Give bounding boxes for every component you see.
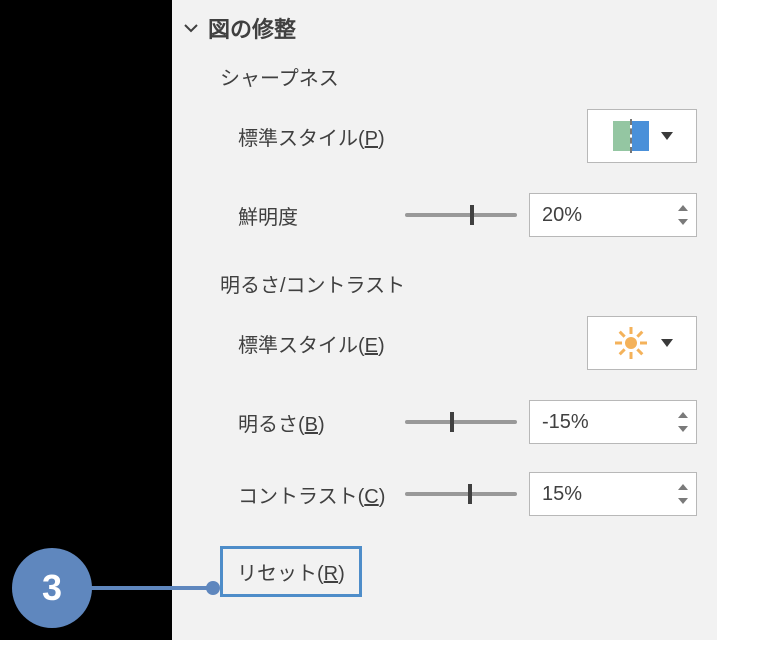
sharpness-label: 鮮明度 xyxy=(238,201,298,230)
callout-line xyxy=(90,586,208,590)
brightness-spinbox[interactable] xyxy=(529,400,697,444)
spin-down-icon[interactable] xyxy=(678,218,688,226)
section-title: 図の修整 xyxy=(208,12,296,44)
reset-button[interactable]: リセット(R) xyxy=(220,546,362,597)
sharpness-input[interactable] xyxy=(542,204,678,227)
bc-preset-dropdown[interactable] xyxy=(587,316,697,370)
contrast-spinbox[interactable] xyxy=(529,472,697,516)
sharpness-subheader: シャープネス xyxy=(172,58,717,109)
contrast-row: コントラスト(C) xyxy=(172,472,717,544)
contrast-slider[interactable] xyxy=(405,484,517,504)
spin-down-icon[interactable] xyxy=(678,425,688,433)
spin-down-icon[interactable] xyxy=(678,497,688,505)
brightness-preset-icon xyxy=(611,325,651,361)
brightness-label: 明るさ(B) xyxy=(238,408,325,437)
caret-down-icon xyxy=(661,339,673,347)
spin-up-icon[interactable] xyxy=(678,483,688,491)
sharpness-preset-row: 標準スタイル(P) xyxy=(172,109,717,193)
contrast-label: コントラスト(C) xyxy=(238,480,385,509)
sharpness-preset-icon xyxy=(611,118,651,154)
bc-preset-label: 標準スタイル(E) xyxy=(238,329,385,358)
sharpness-preset-dropdown[interactable] xyxy=(587,109,697,163)
sharpness-spinbox[interactable] xyxy=(529,193,697,237)
sharpness-slider[interactable] xyxy=(405,205,517,225)
caret-down-icon xyxy=(661,132,673,140)
brightness-input[interactable] xyxy=(542,411,678,434)
section-header[interactable]: 図の修整 xyxy=(172,4,717,58)
chevron-down-icon xyxy=(182,19,200,37)
bc-preset-row: 標準スタイル(E) xyxy=(172,316,717,400)
spin-up-icon[interactable] xyxy=(678,204,688,212)
spin-up-icon[interactable] xyxy=(678,411,688,419)
callout-dot xyxy=(206,581,220,595)
contrast-input[interactable] xyxy=(542,483,678,506)
picture-corrections-panel: 図の修整 シャープネス 標準スタイル(P) 鮮明度 明るさ/コントラスト xyxy=(172,0,717,640)
brightness-row: 明るさ(B) xyxy=(172,400,717,472)
brightness-slider[interactable] xyxy=(405,412,517,432)
sharpness-preset-label: 標準スタイル(P) xyxy=(238,122,385,151)
callout-badge: 3 xyxy=(12,548,92,628)
brightness-contrast-subheader: 明るさ/コントラスト xyxy=(172,265,717,316)
sharpness-row: 鮮明度 xyxy=(172,193,717,265)
black-sidebar xyxy=(0,0,172,640)
callout-3: 3 xyxy=(12,548,220,628)
